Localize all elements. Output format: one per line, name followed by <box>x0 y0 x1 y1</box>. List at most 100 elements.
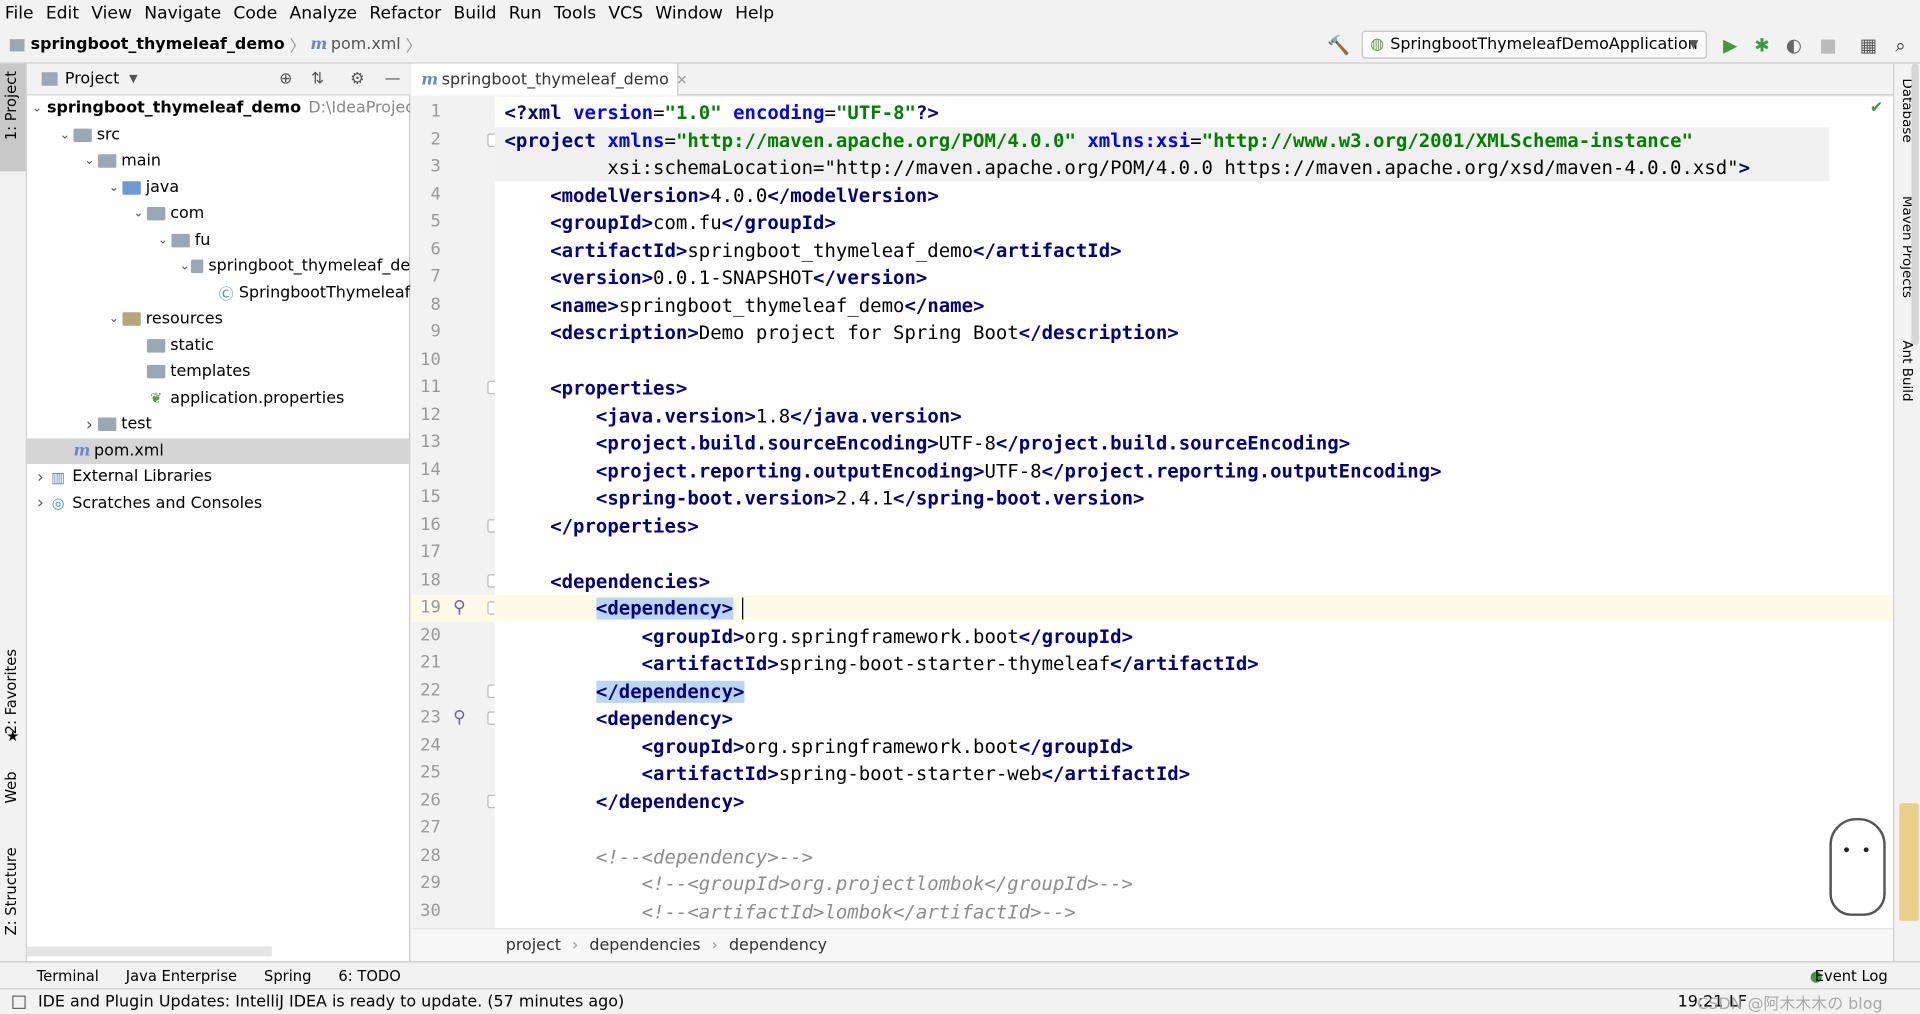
tree-item[interactable]: ⌄ com <box>27 201 410 227</box>
code-line[interactable]: <dependency> <box>504 705 733 732</box>
tab-spring[interactable]: Spring <box>264 967 311 984</box>
menu-navigate[interactable]: Navigate <box>144 4 221 24</box>
coverage-icon[interactable]: ◐ <box>1783 34 1805 56</box>
code-line[interactable]: <groupId>com.fu</groupId> <box>504 209 836 236</box>
code-line[interactable]: <groupId>org.springframework.boot</group… <box>504 733 1133 760</box>
status-message[interactable]: IDE and Plugin Updates: IntelliJ IDEA is… <box>38 992 624 1010</box>
status-toggle-icon[interactable] <box>12 994 26 1009</box>
code-line[interactable]: <project xmlns="http://maven.apache.org/… <box>504 127 1693 154</box>
tree-item[interactable]: ⌄ main <box>27 148 410 174</box>
menu-edit[interactable]: Edit <box>46 4 79 24</box>
project-view-select[interactable]: Project <box>65 70 119 88</box>
code-line[interactable]: </dependency> <box>504 678 745 705</box>
tab-structure[interactable]: Z: Structure <box>2 847 19 935</box>
search-icon[interactable]: ⌕ <box>1889 34 1911 56</box>
code-line[interactable]: <project.build.sourceEncoding>UTF-8</pro… <box>504 430 1350 457</box>
tree-item[interactable]: ❦ application.properties <box>27 385 410 411</box>
menu-vcs[interactable]: VCS <box>608 4 643 24</box>
tree-item[interactable]: ⌄ java <box>27 174 410 200</box>
tab-web[interactable]: Web <box>2 771 19 803</box>
nav-file[interactable]: pom.xml <box>331 36 401 54</box>
code-line[interactable]: <groupId>org.springframework.boot</group… <box>504 623 1133 650</box>
maven-dependency-icon[interactable]: ⚲ <box>453 708 466 728</box>
maven-dependency-icon[interactable]: ⚲ <box>453 598 466 618</box>
code-line[interactable]: <properties> <box>504 375 687 402</box>
run-icon[interactable]: ▶ <box>1719 34 1741 56</box>
tab-favorites[interactable]: 2: Favorites <box>2 649 19 734</box>
run-config-select[interactable]: ◍ SpringbootThymeleafDemoApplication ▼ <box>1361 30 1707 59</box>
nav-project[interactable]: springboot_thymeleaf_demo <box>31 36 285 54</box>
tree-item[interactable]: ⌄ fu <box>27 227 410 253</box>
code-line[interactable]: </properties> <box>504 512 699 539</box>
gear-icon[interactable]: ⚙ <box>350 70 364 88</box>
chevron-down-icon[interactable]: ⌄ <box>56 128 73 141</box>
code-line[interactable]: <project.reporting.outputEncoding>UTF-8<… <box>504 457 1442 484</box>
menu-file[interactable]: File <box>5 4 34 24</box>
tree-item[interactable]: ⌄ springboot_thymeleaf_de <box>27 253 411 279</box>
code-line[interactable]: <dependencies> <box>504 568 710 595</box>
tab-todo[interactable]: 6: TODO <box>338 967 400 984</box>
locate-icon[interactable]: ⊕ <box>279 70 292 88</box>
tree-item[interactable]: templates <box>27 359 410 385</box>
minimize-icon[interactable]: — <box>384 70 400 88</box>
tree-item[interactable]: Ⓒ SpringbootThymeleaf <box>27 280 411 306</box>
collapse-all-icon[interactable]: ⇅ <box>311 70 324 88</box>
vertical-scrollbar[interactable] <box>1911 63 1919 346</box>
breadcrumb-dependency[interactable]: dependency <box>729 936 827 954</box>
debug-icon[interactable]: ✱ <box>1751 34 1773 56</box>
tree-item[interactable]: ⌄ resources <box>27 306 410 332</box>
tree-item[interactable]: static <box>27 332 410 358</box>
build-hammer-icon[interactable]: 🔨 <box>1327 34 1350 56</box>
tree-item[interactable]: ⌄ springboot_thymeleaf_demo D:\IdeaProject… <box>27 96 410 122</box>
tree-item[interactable]: m pom.xml <box>26 437 411 465</box>
code-line[interactable]: <!--<groupId>org.projectlombok</groupId>… <box>504 871 1133 898</box>
input-method-widget[interactable] <box>1899 803 1919 921</box>
code-line[interactable]: <!--<artifactId>lombok</artifactId>--> <box>504 898 1076 925</box>
breadcrumb-dependencies[interactable]: dependencies <box>589 936 700 954</box>
code-line[interactable]: <java.version>1.8</java.version> <box>504 402 962 429</box>
tab-java-enterprise[interactable]: Java Enterprise <box>126 967 237 984</box>
chevron-down-icon[interactable]: ⌄ <box>179 260 191 273</box>
editor-tab-pom[interactable]: m springboot_thymeleaf_demo ✕ <box>411 63 687 96</box>
code-line[interactable]: <name>springboot_thymeleaf_demo</name> <box>504 292 984 319</box>
tree-item[interactable]: › test <box>27 411 410 437</box>
tree-item[interactable]: › ◎ Scratches and Consoles <box>27 490 410 516</box>
menu-tools[interactable]: Tools <box>554 4 596 24</box>
code-line[interactable]: <artifactId>springboot_thymeleaf_demo</a… <box>504 237 1121 264</box>
tab-terminal[interactable]: Terminal <box>37 967 99 984</box>
code-line[interactable]: <artifactId>spring-boot-starter-web</art… <box>504 760 1191 787</box>
code-line[interactable]: <spring-boot.version>2.4.1</spring-boot.… <box>504 485 1145 512</box>
horizontal-scrollbar[interactable] <box>26 946 272 957</box>
menu-code[interactable]: Code <box>233 4 277 24</box>
chevron-down-icon[interactable]: ⌄ <box>105 181 122 194</box>
code-line[interactable]: <?xml version="1.0" encoding="UTF-8"?> <box>504 99 938 126</box>
menu-run[interactable]: Run <box>509 4 542 24</box>
chevron-down-icon[interactable]: ⌄ <box>105 313 122 326</box>
code-line[interactable]: <modelVersion>4.0.0</modelVersion> <box>504 182 939 209</box>
code-editor[interactable]: e ✔ <?xml version="1.0" encoding="UTF-8"… <box>494 96 1894 929</box>
menu-refactor[interactable]: Refactor <box>369 4 441 24</box>
menu-build[interactable]: Build <box>453 4 496 24</box>
menu-help[interactable]: Help <box>735 4 774 24</box>
stop-icon[interactable]: ■ <box>1817 34 1839 56</box>
menu-view[interactable]: View <box>91 4 132 24</box>
code-line[interactable]: <version>0.0.1-SNAPSHOT</version> <box>504 264 927 291</box>
code-line[interactable]: <description>Demo project for Spring Boo… <box>504 320 1179 347</box>
chevron-down-icon[interactable]: ⌄ <box>130 207 147 220</box>
tab-ant[interactable]: Ant Build <box>1899 340 1915 401</box>
tab-project[interactable]: 1: Project <box>2 71 19 140</box>
chevron-right-icon[interactable]: › <box>32 494 49 514</box>
code-line[interactable]: <!--<dependency>--> <box>504 843 813 870</box>
menu-window[interactable]: Window <box>655 4 723 24</box>
tree-item[interactable]: ⌄ src <box>27 122 410 148</box>
code-line[interactable]: <artifactId>spring-boot-starter-thymelea… <box>504 650 1259 677</box>
chevron-right-icon[interactable]: › <box>32 467 49 487</box>
chevron-down-icon[interactable]: ▼ <box>129 73 137 85</box>
chevron-right-icon[interactable]: › <box>81 415 98 435</box>
project-structure-icon[interactable]: ▦ <box>1858 34 1880 56</box>
tree-item[interactable]: › ▥ External Libraries <box>27 464 410 490</box>
chevron-down-icon[interactable]: ⌄ <box>154 234 171 247</box>
chevron-down-icon[interactable]: ⌄ <box>32 102 42 115</box>
breadcrumb-project[interactable]: project <box>506 936 561 954</box>
event-log-button[interactable]: Event Log <box>1815 967 1888 984</box>
